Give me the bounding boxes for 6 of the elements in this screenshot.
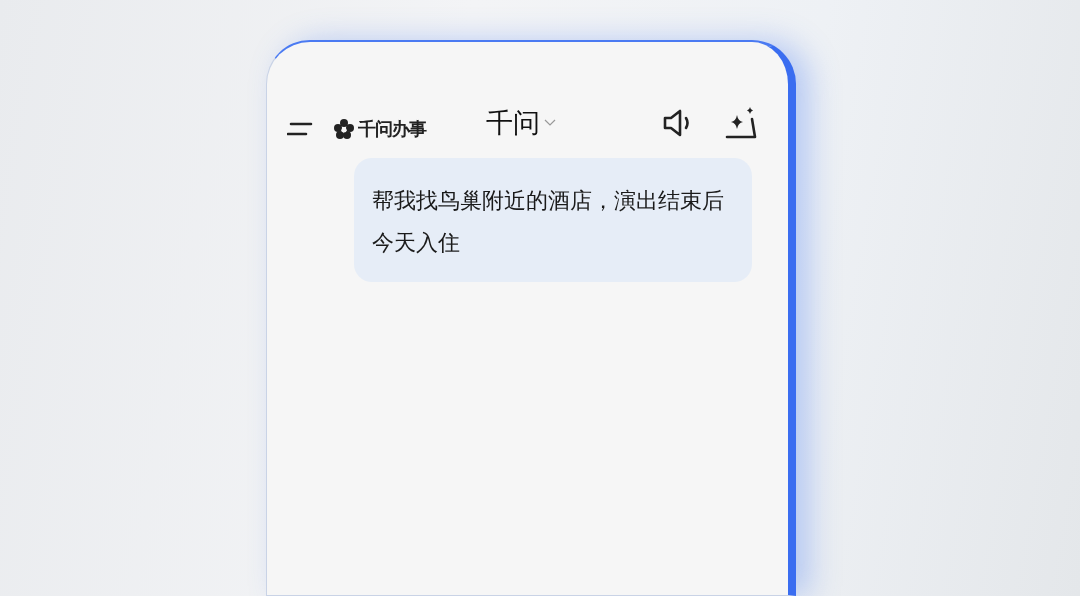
- model-selector[interactable]: 千问: [486, 105, 556, 141]
- chevron-down-icon: [544, 119, 556, 127]
- brand-name: 千问办事: [358, 117, 426, 141]
- message-bubble: 帮我找鸟巢附近的酒店，演出结束后今天入住: [354, 158, 752, 282]
- menu-icon[interactable]: [287, 121, 313, 137]
- flower-logo-icon: [333, 118, 355, 140]
